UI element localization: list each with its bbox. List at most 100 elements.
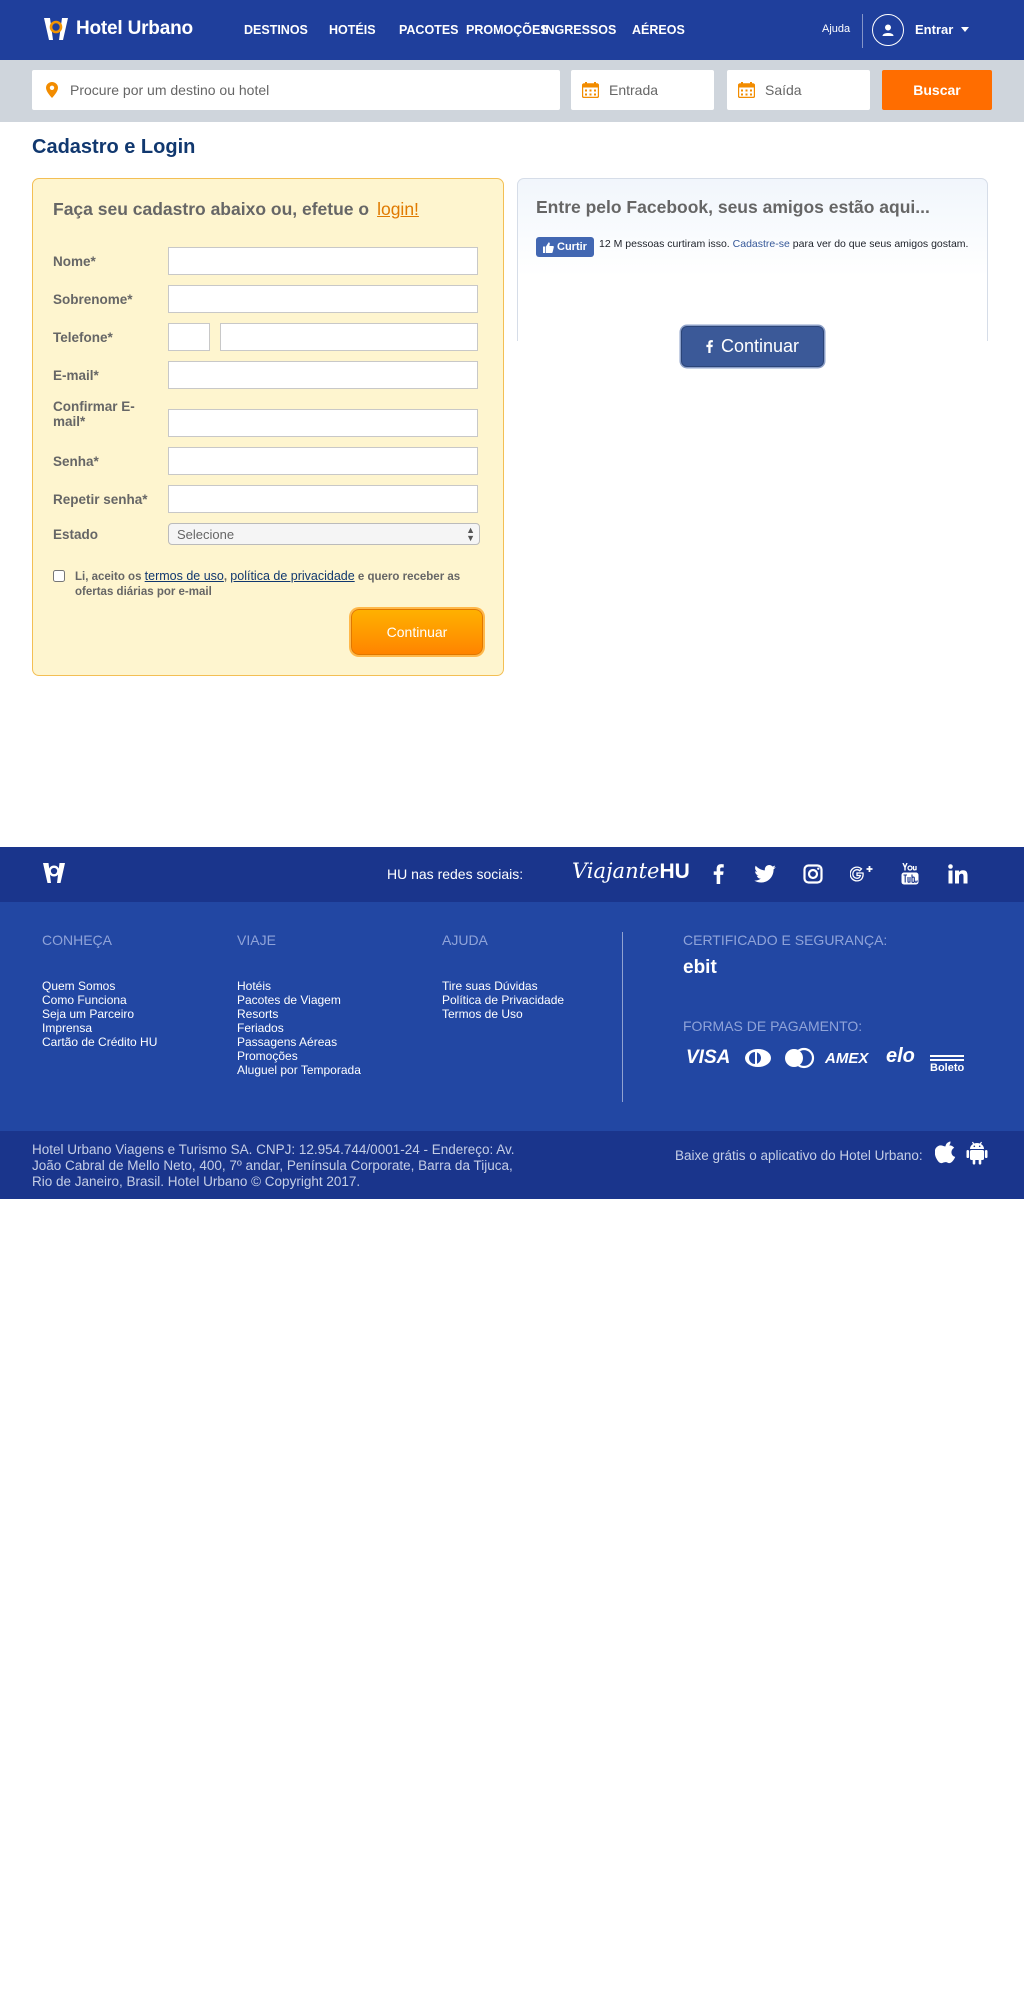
facebook-heading: Entre pelo Facebook, seus amigos estão a…: [536, 197, 930, 217]
footer-link-aluguel[interactable]: Aluguel por Temporada: [237, 1063, 361, 1077]
telefone-label: Telefone*: [53, 330, 113, 345]
calendar-icon: [738, 82, 755, 98]
checkout-field: [727, 70, 870, 110]
ebit-logo[interactable]: ebit: [683, 957, 717, 979]
estado-label: Estado: [53, 527, 99, 542]
facebook-icon: [713, 864, 724, 884]
nav-hoteis[interactable]: HOTÉIS: [329, 23, 376, 37]
nav-aereos[interactable]: AÉREOS: [632, 23, 685, 37]
linkedin-social-icon[interactable]: [945, 861, 971, 887]
facebook-social-icon[interactable]: [705, 861, 731, 887]
estado-selected-value: Selecione: [177, 526, 235, 542]
search-bar: Buscar: [0, 60, 1024, 122]
checkout-input[interactable]: [765, 82, 870, 98]
facebook-icon: [706, 340, 713, 353]
terms-checkbox[interactable]: [53, 570, 65, 582]
terms-prefix: Li, aceito os: [75, 571, 142, 583]
footer-link-cartao[interactable]: Cartão de Crédito HU: [42, 1035, 157, 1049]
footer-link-parceiro[interactable]: Seja um Parceiro: [42, 1007, 157, 1021]
elo-logo: elo: [886, 1045, 915, 1067]
android-icon[interactable]: [966, 1141, 988, 1165]
footer-col-viaje: VIAJE Hotéis Pacotes de Viagem Resorts F…: [237, 932, 361, 1077]
footer-link-hoteis[interactable]: Hotéis: [237, 979, 361, 993]
calendar-icon: [582, 82, 599, 98]
nome-input[interactable]: [168, 247, 478, 275]
top-header: Hotel Urbano DESTINOS HOTÉIS PACOTES PRO…: [0, 0, 1024, 60]
footer-col-ajuda: AJUDA Tire suas Dúvidas Política de Priv…: [442, 932, 564, 1021]
footer-social-bar: HU nas redes sociais: ViajanteHU: [0, 847, 1024, 902]
twitter-icon: [754, 865, 776, 883]
checkin-input[interactable]: [609, 82, 714, 98]
telefone-ddd-input[interactable]: [168, 323, 210, 351]
repetir-senha-label: Repetir senha*: [53, 492, 148, 507]
telefone-number-input[interactable]: [220, 323, 478, 351]
terms-comma: ,: [223, 571, 228, 583]
nav-promocoes[interactable]: PROMOÇÕES: [466, 23, 549, 37]
footer-link-como-funciona[interactable]: Como Funciona: [42, 993, 157, 1007]
instagram-social-icon[interactable]: [800, 861, 826, 887]
destination-input[interactable]: [70, 82, 560, 98]
login-link-inline[interactable]: login!: [377, 199, 419, 219]
help-link[interactable]: Ajuda: [822, 23, 850, 35]
youtube-social-icon[interactable]: [897, 861, 923, 887]
linkedin-icon: [948, 864, 968, 884]
checkin-field: [571, 70, 714, 110]
footer-logo-icon[interactable]: [42, 861, 66, 885]
facebook-like-label: Curtir: [557, 241, 587, 253]
privacy-policy-link[interactable]: política de privacidade: [230, 569, 354, 583]
footer-link-promocoes[interactable]: Promoções: [237, 1049, 361, 1063]
youtube-icon: [901, 863, 919, 885]
page-title: Cadastro e Login: [32, 136, 196, 158]
footer-link-resorts[interactable]: Resorts: [237, 1007, 361, 1021]
facebook-signup-link[interactable]: Cadastre-se: [733, 238, 790, 250]
footer-link-passagens[interactable]: Passagens Aéreas: [237, 1035, 361, 1049]
repetir-senha-input[interactable]: [168, 485, 478, 513]
nav-ingressos[interactable]: INGRESSOS: [542, 23, 616, 37]
app-download-text: Baixe grátis o aplicativo do Hotel Urban…: [675, 1148, 923, 1163]
estado-select[interactable]: Selecione ▲ ▼: [168, 523, 480, 545]
signup-form: Faça seu cadastro abaixo ou, efetue o log…: [32, 178, 504, 676]
header-divider: [862, 14, 863, 48]
footer-link-imprensa[interactable]: Imprensa: [42, 1021, 157, 1035]
legal-text: Hotel Urbano Viagens e Turismo SA. CNPJ:…: [32, 1142, 515, 1189]
login-link[interactable]: Entrar: [915, 22, 953, 37]
google-plus-social-icon[interactable]: [849, 861, 875, 887]
thumbs-up-icon: [543, 241, 554, 253]
footer-link-termos[interactable]: Termos de Uso: [442, 1007, 564, 1021]
footer-link-pacotes[interactable]: Pacotes de Viagem: [237, 993, 361, 1007]
footer-col-title: CONHEÇA: [42, 932, 113, 948]
search-button[interactable]: Buscar: [882, 70, 992, 110]
footer-link-duvidas[interactable]: Tire suas Dúvidas: [442, 979, 564, 993]
senha-input[interactable]: [168, 447, 478, 475]
sobrenome-label: Sobrenome*: [53, 292, 133, 307]
email-input[interactable]: [168, 361, 478, 389]
facebook-login-panel: Entre pelo Facebook, seus amigos estão a…: [517, 178, 988, 341]
sobrenome-input[interactable]: [168, 285, 478, 313]
footer-divider: [622, 932, 623, 1102]
viajante-hu-logo[interactable]: ViajanteHU: [572, 859, 690, 884]
signup-continue-button[interactable]: Continuar: [351, 609, 483, 655]
footer-col-title: VIAJE: [237, 932, 276, 948]
footer-link-quem-somos[interactable]: Quem Somos: [42, 979, 157, 993]
boleto-logo: Boleto: [930, 1055, 965, 1074]
nav-destinos[interactable]: DESTINOS: [244, 23, 308, 37]
facebook-continue-label: Continuar: [720, 336, 800, 356]
user-avatar-button[interactable]: [872, 14, 904, 46]
facebook-like-button[interactable]: Curtir: [536, 237, 594, 257]
apple-icon[interactable]: [935, 1141, 957, 1165]
footer-link-privacidade[interactable]: Política de Privacidade: [442, 993, 564, 1007]
site-logo[interactable]: Hotel Urbano: [42, 16, 193, 42]
facebook-continue-button[interactable]: Continuar: [681, 326, 824, 367]
nav-pacotes[interactable]: PACOTES: [399, 23, 459, 37]
google-plus-icon: [850, 866, 873, 882]
confirm-email-input[interactable]: [168, 409, 478, 437]
terms-of-use-link[interactable]: termos de uso: [145, 569, 224, 583]
email-label: E-mail*: [53, 368, 99, 383]
twitter-social-icon[interactable]: [752, 861, 778, 887]
chevron-down-icon[interactable]: [961, 27, 969, 32]
location-pin-icon: [46, 82, 58, 98]
footer-col-conheca: CONHEÇA Quem Somos Como Funciona Seja um…: [42, 932, 157, 1049]
facebook-like-text: 12 M pessoas curtiram isso. Cadastre-se …: [599, 238, 974, 251]
viajante-script: Viajante: [572, 859, 660, 883]
footer-link-feriados[interactable]: Feriados: [237, 1021, 361, 1035]
